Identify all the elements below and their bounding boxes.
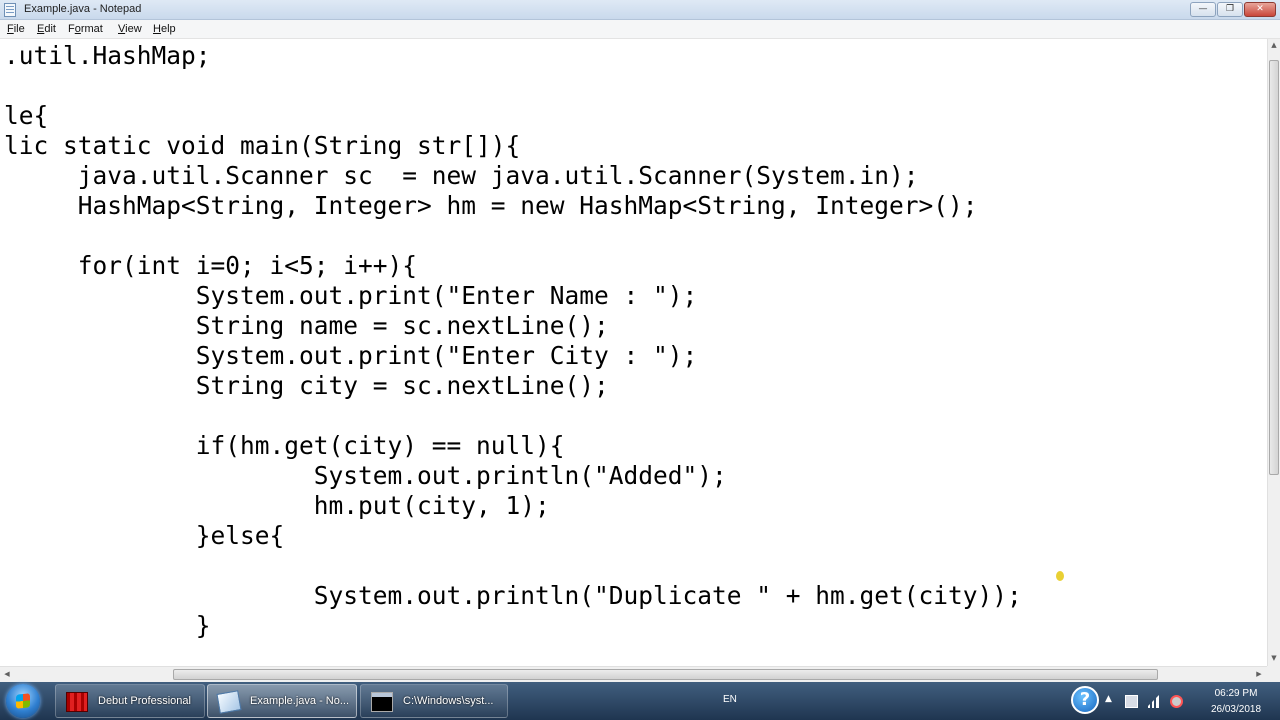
code-line-3: le{ — [4, 101, 49, 130]
title-bar[interactable]: Example.java - Notepad — ❐ ✕ — [0, 0, 1280, 20]
taskbar-item-debut[interactable]: Debut Professional — [55, 684, 205, 718]
taskbar-item-label: Example.java - No... — [250, 695, 350, 707]
scrollbar-corner — [1267, 666, 1280, 682]
code-line-19: System.out.println("Duplicate " + hm.get… — [4, 581, 1022, 610]
show-hidden-icons-arrow-icon[interactable]: ▲ — [1105, 694, 1112, 704]
close-button[interactable]: ✕ — [1244, 2, 1276, 17]
clock-time[interactable]: 06:29 PM — [1196, 688, 1276, 699]
taskbar-item-label: C:\Windows\syst... — [403, 695, 494, 707]
notepad-icon — [216, 690, 242, 714]
language-indicator[interactable]: EN — [723, 694, 737, 705]
debut-icon — [66, 692, 88, 712]
code-line-14: if(hm.get(city) == null){ — [4, 431, 565, 460]
scroll-left-arrow-icon[interactable]: ◀ — [0, 667, 14, 682]
code-line-1: .util.HashMap; — [4, 41, 211, 70]
clock-date[interactable]: 26/03/2018 — [1196, 704, 1276, 715]
network-icon[interactable] — [1146, 695, 1159, 708]
window-title: Example.java - Notepad — [24, 3, 142, 15]
horizontal-scrollbar[interactable]: ◀ ▶ — [0, 666, 1267, 682]
code-line-9: System.out.print("Enter Name : "); — [4, 281, 698, 310]
scroll-down-arrow-icon[interactable]: ▼ — [1268, 652, 1280, 665]
cmd-icon — [371, 692, 393, 712]
menu-format[interactable]: Format — [68, 23, 103, 35]
code-line-20: } — [4, 611, 211, 640]
vertical-scroll-thumb[interactable] — [1269, 60, 1279, 475]
menu-view[interactable]: View — [118, 23, 142, 35]
help-icon[interactable]: ? — [1071, 686, 1099, 714]
mouse-cursor-icon — [1056, 571, 1064, 581]
taskbar: Debut Professional Example.java - No... … — [0, 682, 1280, 720]
code-line-6: HashMap<String, Integer> hm = new HashMa… — [4, 191, 978, 220]
code-line-8: for(int i=0; i<5; i++){ — [4, 251, 418, 280]
notepad-app-icon[interactable] — [4, 3, 16, 17]
taskbar-item-notepad[interactable]: Example.java - No... — [207, 684, 357, 718]
code-line-10: String name = sc.nextLine(); — [4, 311, 609, 340]
menu-help[interactable]: Help — [153, 23, 176, 35]
code-line-15: System.out.println("Added"); — [4, 461, 727, 490]
start-button[interactable] — [6, 684, 40, 718]
vertical-scrollbar[interactable]: ▲ ▼ — [1267, 39, 1280, 666]
action-center-flag-icon[interactable] — [1125, 695, 1138, 708]
code-line-17: }else{ — [4, 521, 285, 550]
maximize-button[interactable]: ❐ — [1217, 2, 1243, 17]
volume-muted-icon[interactable] — [1170, 695, 1183, 708]
menu-bar: File Edit Format View Help — [0, 20, 1280, 39]
menu-file[interactable]: File — [7, 23, 25, 35]
taskbar-item-cmd[interactable]: C:\Windows\syst... — [360, 684, 508, 718]
code-line-12: String city = sc.nextLine(); — [4, 371, 609, 400]
code-line-11: System.out.print("Enter City : "); — [4, 341, 698, 370]
taskbar-item-label: Debut Professional — [98, 695, 191, 707]
code-line-16: hm.put(city, 1); — [4, 491, 550, 520]
minimize-button[interactable]: — — [1190, 2, 1216, 17]
text-editor[interactable]: .util.HashMap; le{ lic static void main(… — [0, 39, 1267, 666]
code-line-5: java.util.Scanner sc = new java.util.Sca… — [4, 161, 919, 190]
menu-edit[interactable]: Edit — [37, 23, 56, 35]
code-line-4: lic static void main(String str[]){ — [4, 131, 521, 160]
scroll-right-arrow-icon[interactable]: ▶ — [1252, 667, 1266, 682]
scroll-up-arrow-icon[interactable]: ▲ — [1268, 39, 1280, 52]
horizontal-scroll-thumb[interactable] — [173, 669, 1158, 680]
